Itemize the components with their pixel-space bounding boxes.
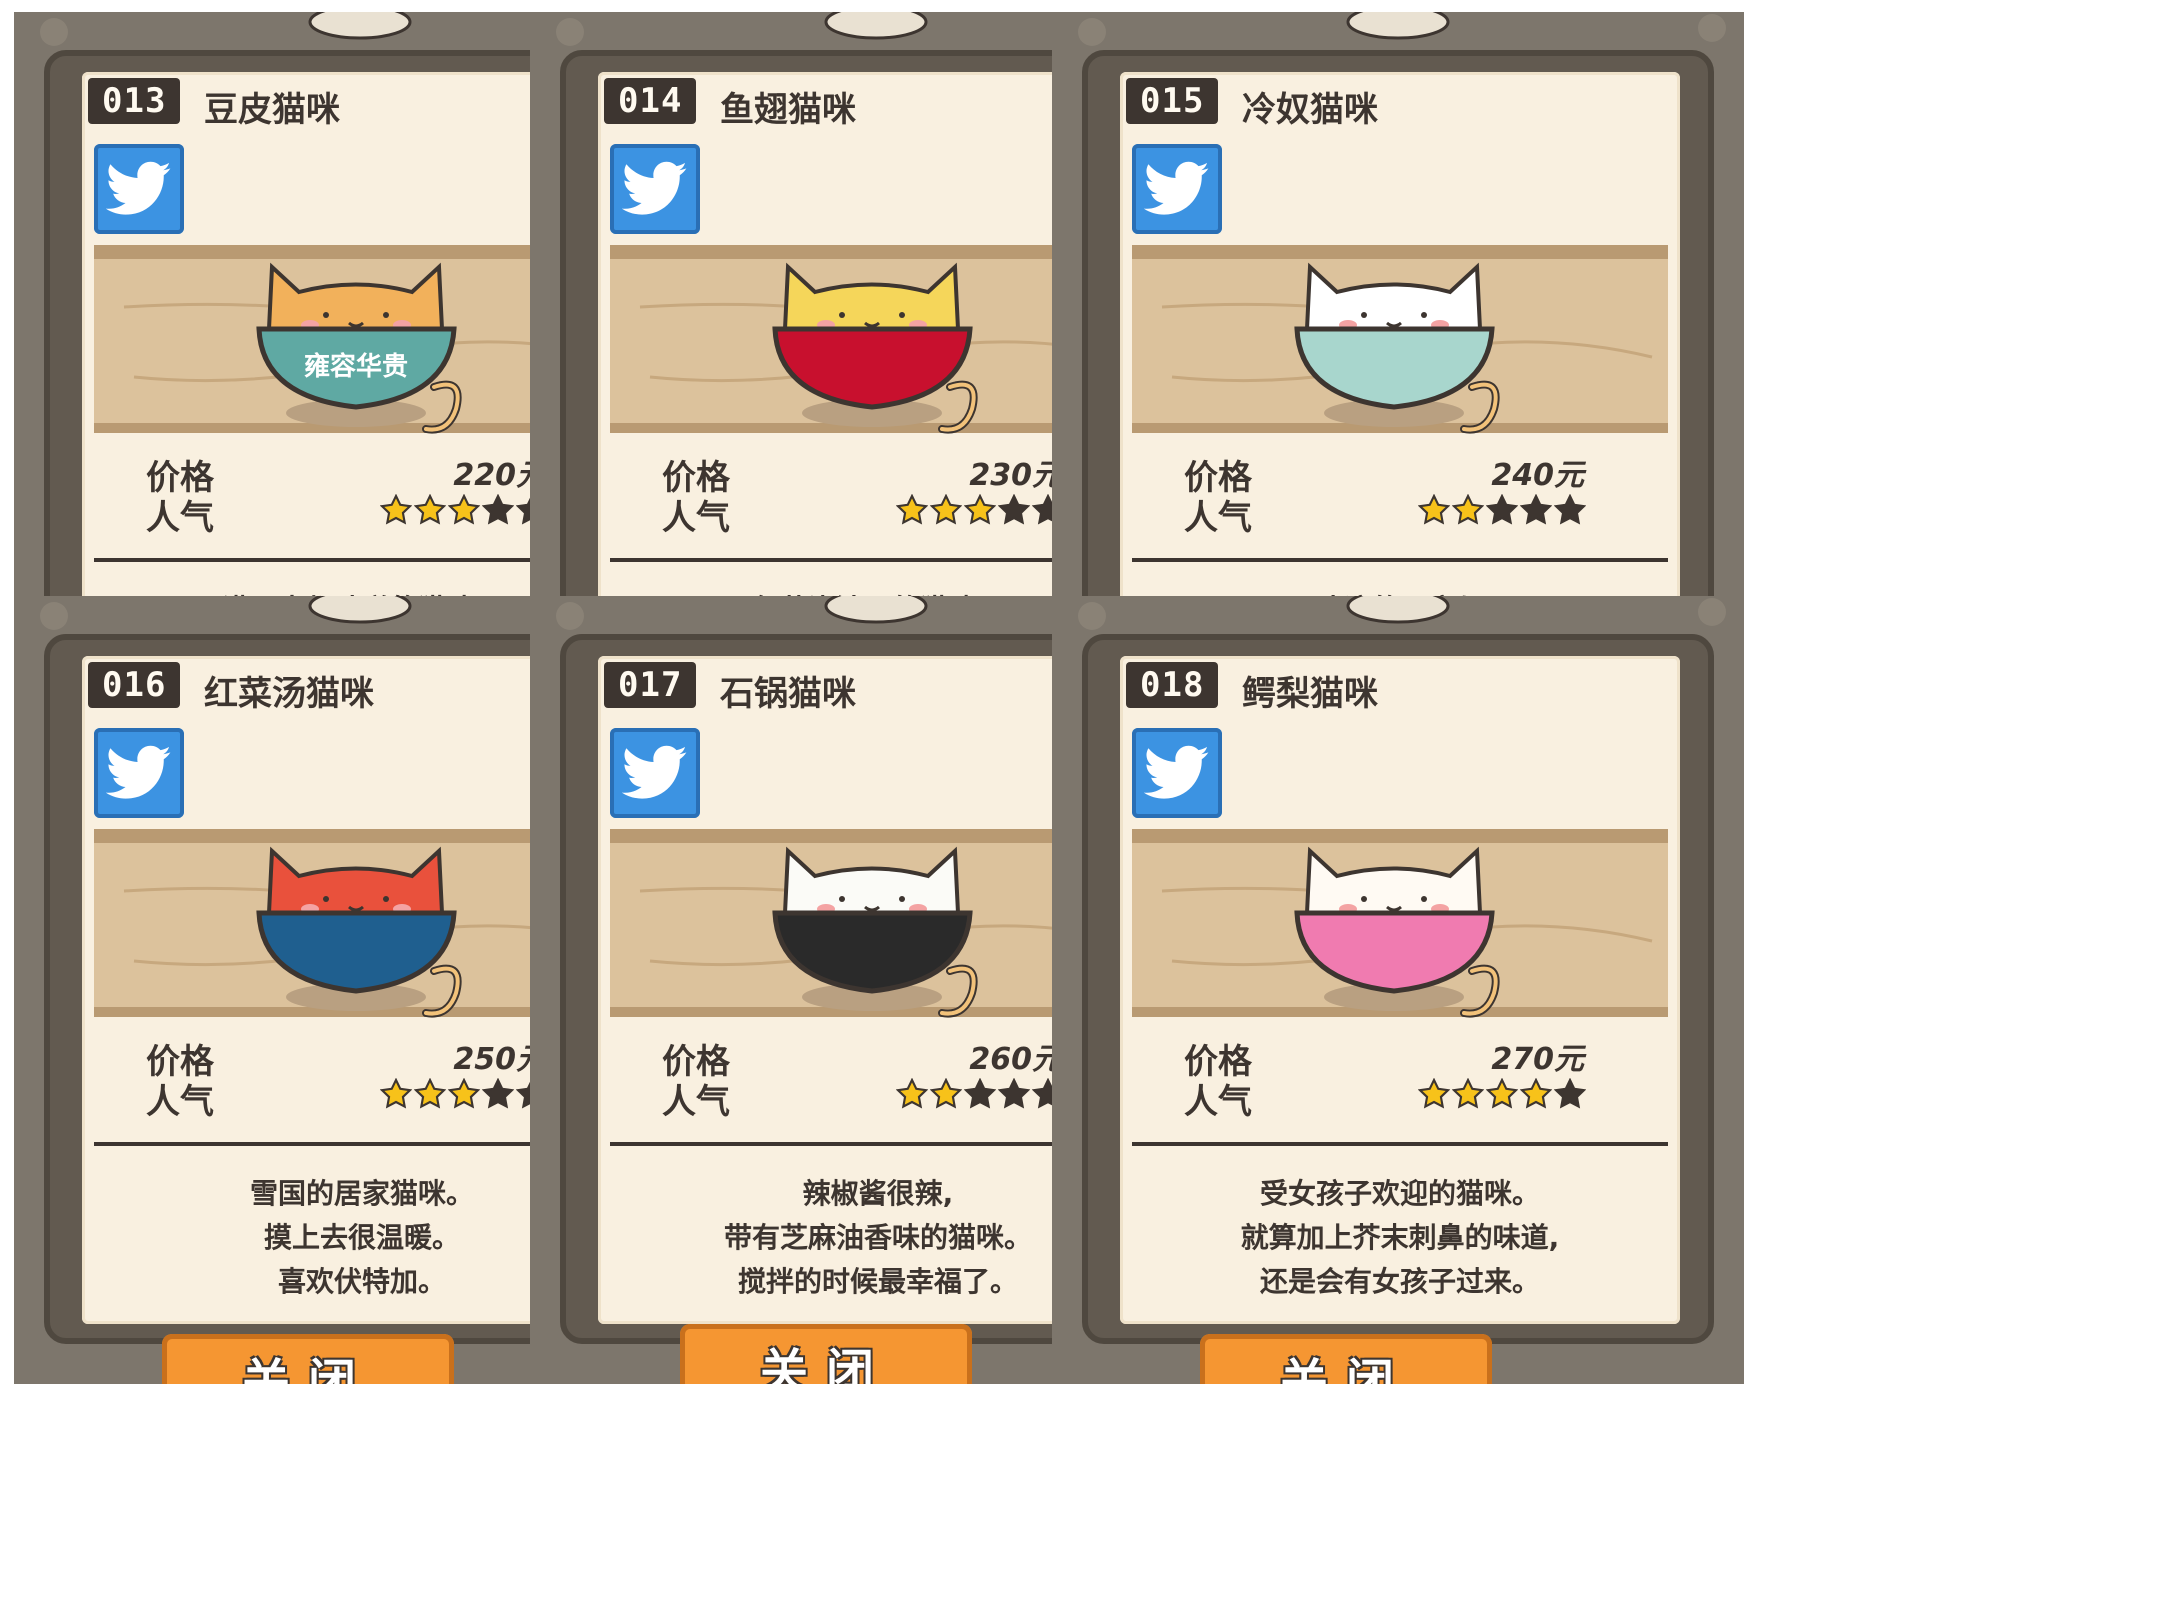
price-value: 230元 [969, 458, 1062, 493]
twitter-bird-icon [1144, 745, 1209, 799]
star-empty-icon [482, 494, 514, 525]
popularity-stars [896, 1078, 1064, 1110]
stats-area: 价格 人气 270元 [1132, 1034, 1668, 1124]
star-filled-icon [1418, 494, 1450, 525]
cat-number-tag: 014 [604, 78, 697, 124]
cat-number-tag: 016 [88, 662, 181, 708]
popularity-label: 人气 [662, 1082, 730, 1122]
star-filled-icon [448, 494, 480, 525]
cat-bowl-illustration [1132, 245, 1668, 434]
description-line: 受女孩子欢迎的猫咪。 [1259, 1177, 1540, 1210]
close-button[interactable]: 关闭 [1200, 1334, 1492, 1384]
star-filled-icon [414, 1078, 446, 1109]
price-value: 260元 [969, 1042, 1062, 1077]
star-empty-icon [964, 1078, 996, 1109]
twitter-bird-icon [622, 745, 687, 799]
cat-name: 鳄梨猫咪 [1242, 674, 1378, 714]
twitter-bird-icon [106, 745, 171, 799]
twitter-share-button[interactable] [94, 728, 184, 818]
card-panel-018: 018 鳄梨猫咪 价格 人气 270元 受女孩子欢迎的猫咪。 就算加上芥末刺鼻的… [1052, 596, 1744, 1384]
popularity-label: 人气 [662, 498, 730, 538]
description-line: 还是会有女孩子过来。 [1259, 1265, 1540, 1298]
divider [1132, 558, 1668, 562]
popularity-stars [1418, 494, 1586, 526]
star-empty-icon [482, 1078, 514, 1109]
popularity-label: 人气 [1184, 498, 1252, 538]
star-filled-icon [930, 494, 962, 525]
cat-number-tag: 015 [1126, 78, 1219, 124]
star-filled-icon [930, 1078, 962, 1109]
description-line: 就算加上芥末刺鼻的味道, [1240, 1221, 1560, 1254]
cat-bowl-illustration [1132, 829, 1668, 1018]
star-filled-icon [380, 1078, 412, 1109]
popularity-stars [380, 494, 548, 526]
cat-info-card: 018 鳄梨猫咪 价格 人气 270元 受女孩子欢迎的猫咪。 就算加上芥末刺鼻的… [1120, 656, 1680, 1324]
star-filled-icon [1486, 1078, 1518, 1109]
star-empty-icon [998, 494, 1030, 525]
star-filled-icon [1418, 1078, 1450, 1109]
star-filled-icon [448, 1078, 480, 1109]
popularity-stars [380, 1078, 548, 1110]
cat-name: 冷奴猫咪 [1242, 90, 1378, 130]
twitter-share-button[interactable] [94, 144, 184, 234]
popularity-stars [896, 494, 1064, 526]
star-filled-icon [380, 494, 412, 525]
twitter-bird-icon [1144, 161, 1209, 215]
twitter-bird-icon [106, 161, 171, 215]
cat-number-tag: 018 [1126, 662, 1219, 708]
cat-name: 豆皮猫咪 [204, 90, 340, 130]
star-empty-icon [998, 1078, 1030, 1109]
cat-number-tag: 017 [604, 662, 697, 708]
cat-number-tag: 013 [88, 78, 181, 124]
cat-name: 石锅猫咪 [720, 674, 856, 714]
star-filled-icon [896, 1078, 928, 1109]
twitter-share-button[interactable] [1132, 728, 1222, 818]
cat-description: 受女孩子欢迎的猫咪。 就算加上芥末刺鼻的味道, 还是会有女孩子过来。 [1132, 1172, 1668, 1304]
star-empty-icon [1554, 494, 1586, 525]
star-filled-icon [1452, 494, 1484, 525]
twitter-bird-icon [622, 161, 687, 215]
star-filled-icon [964, 494, 996, 525]
price-value: 270元 [1491, 1042, 1584, 1077]
price-value: 240元 [1491, 458, 1584, 493]
close-button[interactable]: 关闭 [680, 1324, 972, 1384]
twitter-share-button[interactable] [610, 728, 700, 818]
star-filled-icon [1520, 1078, 1552, 1109]
star-empty-icon [1486, 494, 1518, 525]
twitter-share-button[interactable] [610, 144, 700, 234]
star-empty-icon [1520, 494, 1552, 525]
popularity-stars [1418, 1078, 1586, 1110]
popularity-label: 人气 [1184, 1082, 1252, 1122]
star-empty-icon [1554, 1078, 1586, 1109]
cat-name: 红菜汤猫咪 [204, 674, 374, 714]
star-filled-icon [896, 494, 928, 525]
cat-name: 鱼翅猫咪 [720, 90, 856, 130]
star-filled-icon [414, 494, 446, 525]
bowl-label: 雍容华贵 [304, 351, 408, 382]
popularity-label: 人气 [146, 1082, 214, 1122]
stats-area: 价格 人气 240元 [1132, 450, 1668, 540]
star-filled-icon [1452, 1078, 1484, 1109]
popularity-label: 人气 [146, 498, 214, 538]
twitter-share-button[interactable] [1132, 144, 1222, 234]
close-button[interactable]: 关闭 [162, 1334, 454, 1384]
divider [1132, 1142, 1668, 1146]
